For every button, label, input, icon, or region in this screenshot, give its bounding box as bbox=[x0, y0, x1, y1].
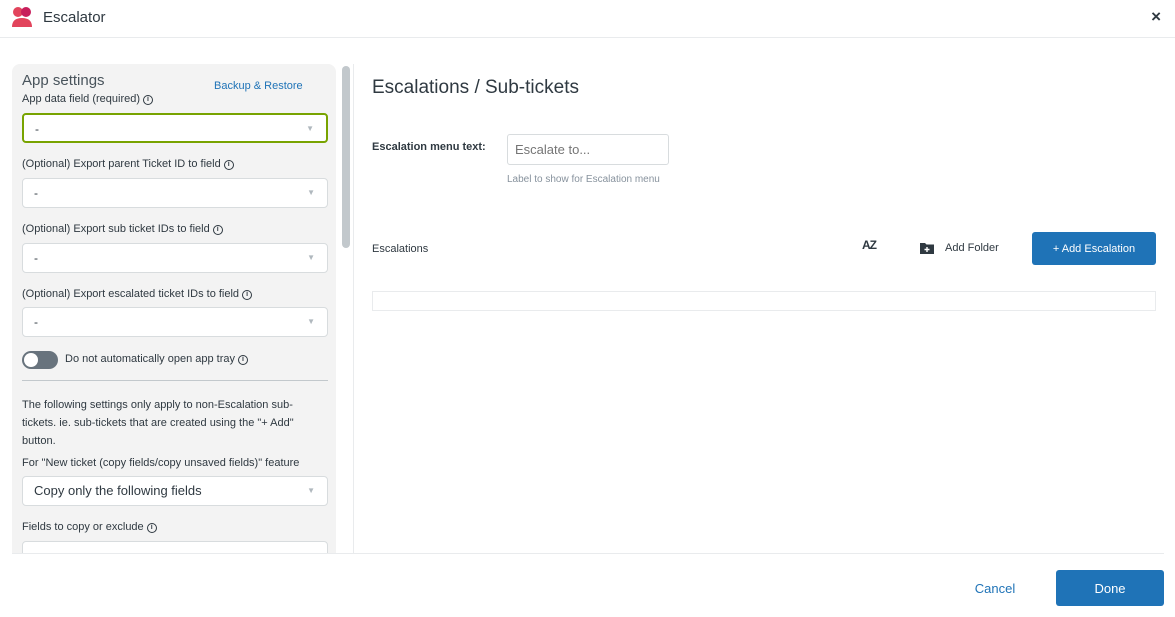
export-parent-select[interactable]: - ▼ bbox=[22, 178, 328, 208]
chevron-down-icon: ▼ bbox=[307, 253, 315, 262]
escalation-menu-text-input[interactable] bbox=[507, 134, 669, 165]
settings-note: The following settings only apply to non… bbox=[22, 399, 294, 447]
escalation-menu-text-label: Escalation menu text: bbox=[372, 141, 486, 153]
app-settings-panel: App settings Backup & Restore App data f… bbox=[12, 64, 336, 554]
escalations-list bbox=[372, 291, 1156, 311]
title-bar: Escalator × bbox=[0, 0, 1175, 38]
add-folder-label: Add Folder bbox=[945, 242, 999, 254]
info-icon[interactable]: i bbox=[143, 95, 154, 105]
auto-open-label: Do not automatically open app tray i bbox=[65, 353, 248, 365]
info-icon[interactable]: i bbox=[212, 225, 223, 235]
export-sub-select[interactable]: - ▼ bbox=[22, 243, 328, 273]
divider bbox=[22, 380, 328, 381]
page-title: Escalations / Sub-tickets bbox=[372, 77, 579, 98]
escalator-logo-icon bbox=[12, 7, 32, 27]
folder-plus-icon bbox=[920, 243, 934, 254]
escalations-label: Escalations bbox=[372, 243, 429, 255]
sort-az-icon[interactable]: AZ bbox=[862, 238, 877, 252]
info-icon[interactable]: i bbox=[238, 355, 248, 365]
chevron-down-icon: ▼ bbox=[306, 124, 314, 133]
app-settings-heading: App settings bbox=[22, 72, 105, 89]
app-data-field-select[interactable]: - ▼ bbox=[22, 113, 328, 143]
info-icon[interactable]: i bbox=[242, 290, 253, 300]
export-sub-label: (Optional) Export sub ticket IDs to fiel… bbox=[22, 223, 223, 235]
chevron-down-icon: ▼ bbox=[307, 486, 315, 495]
export-escalated-select[interactable]: - ▼ bbox=[22, 307, 328, 337]
scrollbar-thumb[interactable] bbox=[342, 66, 350, 248]
footer-divider bbox=[12, 553, 1164, 554]
export-escalated-label: (Optional) Export escalated ticket IDs t… bbox=[22, 288, 253, 300]
chevron-down-icon: ▼ bbox=[307, 317, 315, 326]
info-icon[interactable]: i bbox=[223, 160, 234, 170]
toggle-knob bbox=[24, 353, 38, 367]
add-escalation-button[interactable]: + Add Escalation bbox=[1032, 232, 1156, 265]
new-ticket-label: For "New ticket (copy fields/copy unsave… bbox=[22, 457, 300, 469]
done-button[interactable]: Done bbox=[1056, 570, 1164, 606]
fields-to-copy-label: Fields to copy or exclude i bbox=[22, 521, 157, 533]
app-title: Escalator bbox=[43, 9, 106, 26]
backup-restore-link[interactable]: Backup & Restore bbox=[214, 80, 303, 92]
cancel-button[interactable]: Cancel bbox=[960, 573, 1030, 603]
app-data-field-label: App data field (required) i bbox=[22, 93, 154, 105]
auto-open-toggle[interactable] bbox=[22, 351, 58, 369]
chevron-down-icon: ▼ bbox=[307, 188, 315, 197]
info-icon[interactable]: i bbox=[146, 523, 157, 533]
new-ticket-select[interactable]: Copy only the following fields ▼ bbox=[22, 476, 328, 506]
export-parent-label: (Optional) Export parent Ticket ID to fi… bbox=[22, 158, 234, 170]
close-icon[interactable]: × bbox=[1151, 7, 1161, 27]
escalation-menu-text-hint: Label to show for Escalation menu bbox=[507, 174, 660, 185]
